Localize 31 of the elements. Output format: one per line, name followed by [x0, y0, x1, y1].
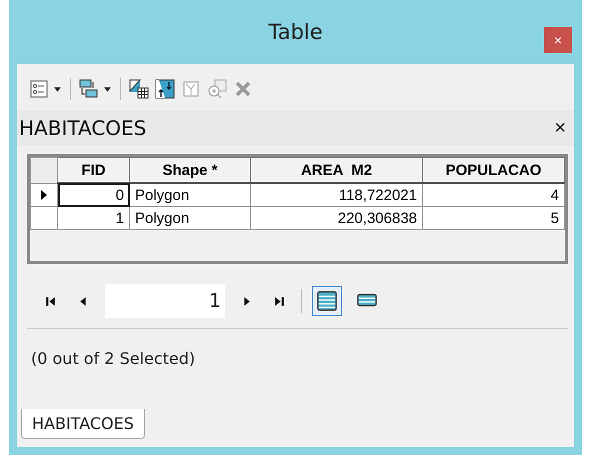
column-header[interactable]: AREA M2: [250, 158, 422, 183]
record-field[interactable]: 1: [105, 284, 225, 318]
close-button[interactable]: ×: [544, 27, 572, 53]
close-button[interactable]: ×: [550, 116, 570, 140]
table-cell: 5: [422, 206, 564, 230]
table-cell: 1: [58, 206, 130, 230]
first-record-icon[interactable]: [45, 296, 56, 306]
select-by-attributes-icon[interactable]: [129, 79, 149, 99]
list-options-icon[interactable]: [29, 79, 49, 99]
column-header[interactable]: Shape *: [130, 158, 250, 183]
related-tables-icon[interactable]: [79, 79, 99, 99]
table-cell: Polygon: [130, 183, 250, 206]
table-title: HABITACOES: [19, 116, 146, 140]
current-row-icon: [41, 190, 47, 200]
row-selector[interactable]: [30, 183, 58, 206]
selection-status: (0 out of 2 Selected): [31, 349, 196, 368]
column-header[interactable]: POPULACAO: [422, 158, 564, 183]
window-title: Table: [268, 20, 323, 44]
table-cell: 4: [422, 183, 564, 206]
table-cell: Polygon: [130, 206, 250, 230]
switch-selection-icon[interactable]: [155, 79, 175, 99]
column-header[interactable]: FID: [58, 158, 130, 183]
table-tab[interactable]: HABITACOES: [21, 409, 145, 439]
table-cell: 220,306838: [250, 206, 422, 230]
caret-icon[interactable]: [53, 84, 62, 94]
table-cell: 0: [58, 183, 130, 206]
table-cell: 118,722021: [250, 183, 422, 206]
clear-selection-icon[interactable]: [181, 79, 201, 99]
zoom-to-selected-icon[interactable]: [207, 79, 227, 99]
caret-icon[interactable]: [103, 84, 112, 94]
last-record-icon[interactable]: [274, 296, 285, 306]
